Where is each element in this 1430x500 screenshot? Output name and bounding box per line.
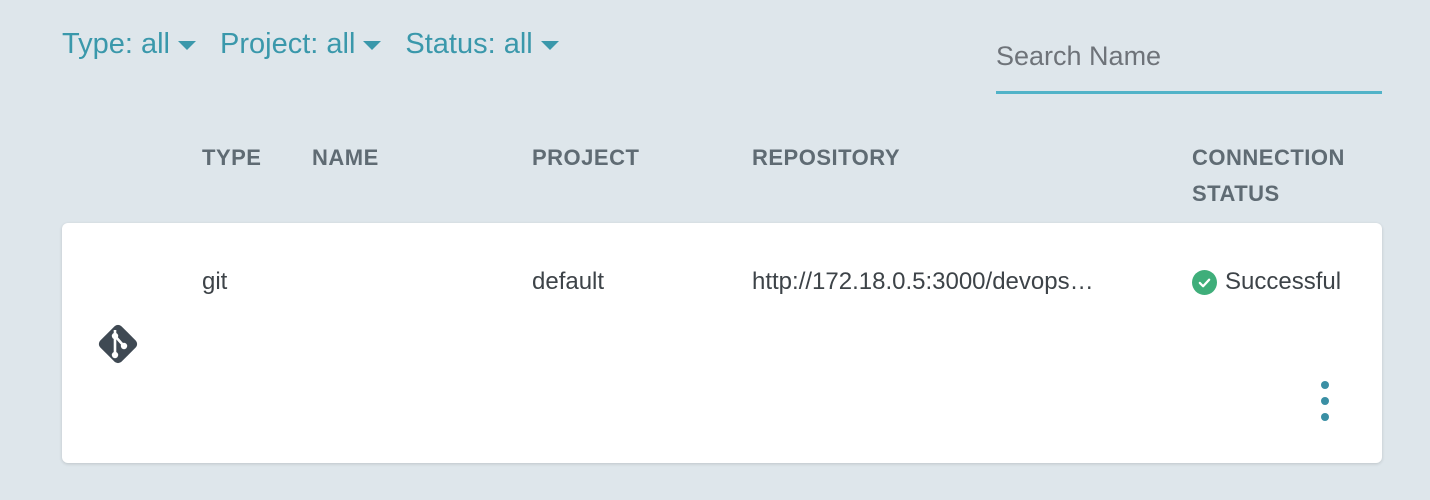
project-filter-label: Project: all bbox=[220, 28, 356, 60]
column-header-name[interactable]: NAME bbox=[312, 140, 379, 176]
status-filter-dropdown[interactable]: Status: all bbox=[405, 28, 559, 61]
search-field bbox=[996, 34, 1382, 94]
search-input[interactable] bbox=[996, 34, 1382, 78]
column-header-connection-status-line1: CONNECTION bbox=[1192, 145, 1345, 170]
row-project: default bbox=[532, 268, 605, 295]
status-filter-label: Status: all bbox=[405, 28, 533, 60]
caret-down-icon bbox=[363, 41, 382, 50]
row-connection-status: Successful bbox=[1192, 267, 1341, 297]
row-type: git bbox=[202, 268, 228, 295]
repository-row-card[interactable]: git default http://172.18.0.5:3000/devop… bbox=[62, 223, 1382, 463]
row-repository[interactable]: http://172.18.0.5:3000/devops… bbox=[752, 267, 1124, 297]
more-actions-icon[interactable] bbox=[1313, 381, 1337, 421]
caret-down-icon bbox=[540, 41, 559, 50]
status-label: Successful bbox=[1225, 268, 1342, 295]
check-circle-icon bbox=[1192, 269, 1217, 295]
column-header-type[interactable]: TYPE bbox=[202, 140, 261, 176]
type-filter-dropdown[interactable]: Type: all bbox=[62, 28, 196, 61]
column-header-project[interactable]: PROJECT bbox=[532, 140, 639, 176]
column-header-repository[interactable]: REPOSITORY bbox=[752, 140, 900, 176]
column-header-connection-status[interactable]: CONNECTION STATUS bbox=[1192, 140, 1345, 212]
filter-bar: Type: all Project: all Status: all bbox=[62, 28, 583, 61]
column-header-connection-status-line2: STATUS bbox=[1192, 181, 1280, 206]
git-icon bbox=[98, 324, 138, 364]
type-filter-label: Type: all bbox=[62, 28, 170, 60]
caret-down-icon bbox=[178, 41, 196, 50]
project-filter-dropdown[interactable]: Project: all bbox=[220, 28, 382, 61]
